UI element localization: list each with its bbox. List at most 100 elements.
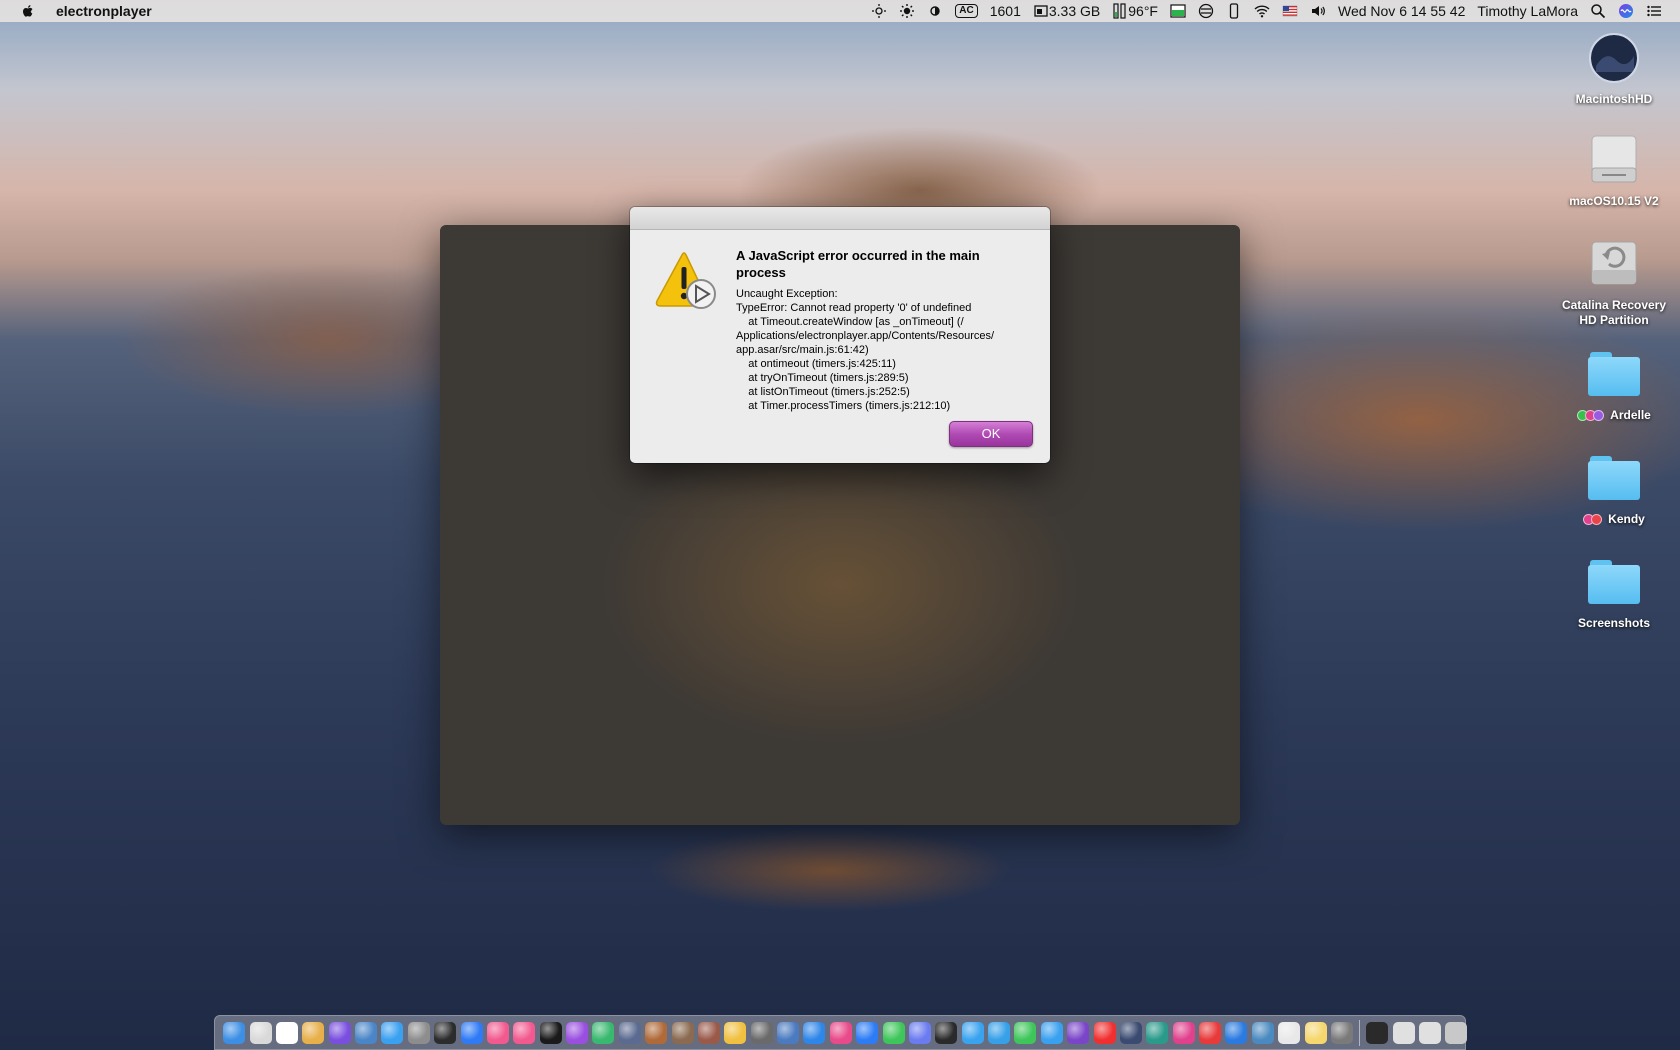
- dock-app-icon[interactable]: [1093, 1021, 1116, 1044]
- dock-app-icon[interactable]: [328, 1021, 351, 1044]
- dock: [214, 1015, 1468, 1050]
- dock-app-icon[interactable]: [275, 1021, 298, 1044]
- dock-app-icon[interactable]: [908, 1021, 931, 1044]
- dock-app-icon[interactable]: [486, 1021, 509, 1044]
- error-alert-dialog: A JavaScript error occurred in the main …: [630, 207, 1050, 463]
- dock-app-icon[interactable]: [539, 1021, 562, 1044]
- apple-menu-icon[interactable]: [20, 3, 36, 19]
- desktop-icon-label: Ardelle: [1610, 408, 1651, 422]
- dock-app-icon[interactable]: [1119, 1021, 1142, 1044]
- night-shift-icon[interactable]: [927, 3, 943, 19]
- activity-monitor-graph-icon[interactable]: [1170, 3, 1186, 19]
- dock-app-icon[interactable]: [935, 1021, 958, 1044]
- folder-icon: [1588, 560, 1640, 612]
- dock-separator: [1359, 1019, 1361, 1046]
- brightness-icon[interactable]: [899, 3, 915, 19]
- dock-app-icon[interactable]: [223, 1021, 246, 1044]
- wifi-icon[interactable]: [1254, 3, 1270, 19]
- dock-app-icon[interactable]: [592, 1021, 615, 1044]
- dock-app-icon[interactable]: [882, 1021, 905, 1044]
- dock-app-icon[interactable]: [1199, 1021, 1222, 1044]
- alert-titlebar[interactable]: [630, 207, 1050, 230]
- cpu-value[interactable]: 1601: [990, 3, 1021, 19]
- dock-app-icon[interactable]: [1172, 1021, 1195, 1044]
- dock-app-icon[interactable]: [829, 1021, 852, 1044]
- tag-purple-icon: [1593, 410, 1605, 422]
- internal-disk-icon: [1589, 33, 1639, 83]
- desktop-icon-label: Kendy: [1608, 512, 1645, 526]
- warning-icon: [655, 252, 716, 309]
- temperature-indicator[interactable]: 96°F: [1112, 3, 1158, 19]
- dock-app-icon[interactable]: [988, 1021, 1011, 1044]
- desktop-icon-macos-drive[interactable]: macOS10.15 V2: [1554, 134, 1674, 209]
- dock-app-icon[interactable]: [434, 1021, 457, 1044]
- trash-icon[interactable]: [1445, 1021, 1468, 1044]
- desktop-icon-kendy-folder[interactable]: Kendy: [1554, 450, 1674, 527]
- desktop-icon-label: macOS10.15 V2: [1569, 194, 1659, 208]
- vpn-icon[interactable]: [1198, 3, 1214, 19]
- dock-app-icon[interactable]: [460, 1021, 483, 1044]
- dock-app-icon[interactable]: [1419, 1021, 1442, 1044]
- dock-app-icon[interactable]: [355, 1021, 378, 1044]
- dock-app-icon[interactable]: [1067, 1021, 1090, 1044]
- clock-datetime[interactable]: Wed Nov 6 14 55 42: [1338, 3, 1465, 19]
- dock-app-icon[interactable]: [961, 1021, 984, 1044]
- dock-app-icon[interactable]: [671, 1021, 694, 1044]
- dock-app-icon[interactable]: [724, 1021, 747, 1044]
- dock-app-icon[interactable]: [803, 1021, 826, 1044]
- dock-app-icon[interactable]: [697, 1021, 720, 1044]
- alert-message: Uncaught Exception: TypeError: Cannot re…: [736, 288, 995, 412]
- dock-app-icon[interactable]: [249, 1021, 272, 1044]
- dock-app-icon[interactable]: [645, 1021, 668, 1044]
- external-drive-icon: [1591, 135, 1637, 183]
- dock-app-icon[interactable]: [1251, 1021, 1274, 1044]
- desktop-icon-label: Catalina Recovery HD Partition: [1561, 298, 1667, 327]
- dock-app-icon[interactable]: [1146, 1021, 1169, 1044]
- dock-app-icon[interactable]: [1225, 1021, 1248, 1044]
- desktop-icon-label: Screenshots: [1577, 616, 1651, 630]
- dock-app-icon[interactable]: [1040, 1021, 1063, 1044]
- desktop-icon-catalina-recovery[interactable]: Catalina Recovery HD Partition: [1554, 238, 1674, 328]
- dock-app-icon[interactable]: [1278, 1021, 1301, 1044]
- dock-app-icon[interactable]: [856, 1021, 879, 1044]
- desktop-icon-label-row: Kendy: [1554, 512, 1674, 527]
- dock-app-icon[interactable]: [1392, 1021, 1415, 1044]
- dock-app-icon[interactable]: [302, 1021, 325, 1044]
- desktop-icon-ardelle-folder[interactable]: Ardelle: [1554, 346, 1674, 423]
- desktop-icon-label: MacintoshHD: [1575, 92, 1653, 106]
- dock-app-icon[interactable]: [750, 1021, 773, 1044]
- power-source-indicator[interactable]: AC: [955, 4, 978, 18]
- folder-icon: [1588, 456, 1640, 508]
- recovery-disk-icon: [1591, 241, 1637, 285]
- us-flag-input-icon[interactable]: [1282, 3, 1298, 19]
- brightness-low-icon[interactable]: [871, 3, 887, 19]
- ok-button[interactable]: OK: [949, 421, 1033, 447]
- dock-app-icon[interactable]: [1014, 1021, 1037, 1044]
- desktop-icon-macintoshhd[interactable]: MacintoshHD: [1554, 32, 1674, 107]
- user-name[interactable]: Timothy LaMora: [1477, 3, 1578, 19]
- dock-app-icon[interactable]: [407, 1021, 430, 1044]
- siri-icon[interactable]: [1618, 3, 1634, 19]
- dock-app-icon[interactable]: [513, 1021, 536, 1044]
- tag-red-icon: [1591, 514, 1603, 526]
- sensor-bars-icon: [1113, 3, 1126, 19]
- dock-app-icon[interactable]: [381, 1021, 404, 1044]
- spotlight-search-icon[interactable]: [1590, 3, 1606, 19]
- memory-value: 3.33 GB: [1048, 3, 1101, 19]
- desktop-icon-label-row: Ardelle: [1554, 408, 1674, 423]
- dock-app-icon[interactable]: [777, 1021, 800, 1044]
- folder-icon: [1588, 352, 1640, 404]
- dock-app-icon[interactable]: [618, 1021, 641, 1044]
- volume-icon[interactable]: [1310, 3, 1326, 19]
- dock-app-icon[interactable]: [1366, 1021, 1389, 1044]
- desktop-icon-screenshots-folder[interactable]: Screenshots: [1554, 554, 1674, 631]
- app-menu-name[interactable]: electronplayer: [56, 3, 152, 19]
- temperature-value: 96°F: [1128, 3, 1158, 19]
- dock-app-icon[interactable]: [566, 1021, 589, 1044]
- memory-indicator[interactable]: 3.33 GB: [1033, 3, 1100, 19]
- dock-app-icon[interactable]: [1330, 1021, 1353, 1044]
- alert-title: A JavaScript error occurred in the main …: [736, 248, 980, 280]
- dock-app-icon[interactable]: [1304, 1021, 1327, 1044]
- phone-icon[interactable]: [1226, 3, 1242, 19]
- notification-center-icon[interactable]: [1646, 3, 1662, 19]
